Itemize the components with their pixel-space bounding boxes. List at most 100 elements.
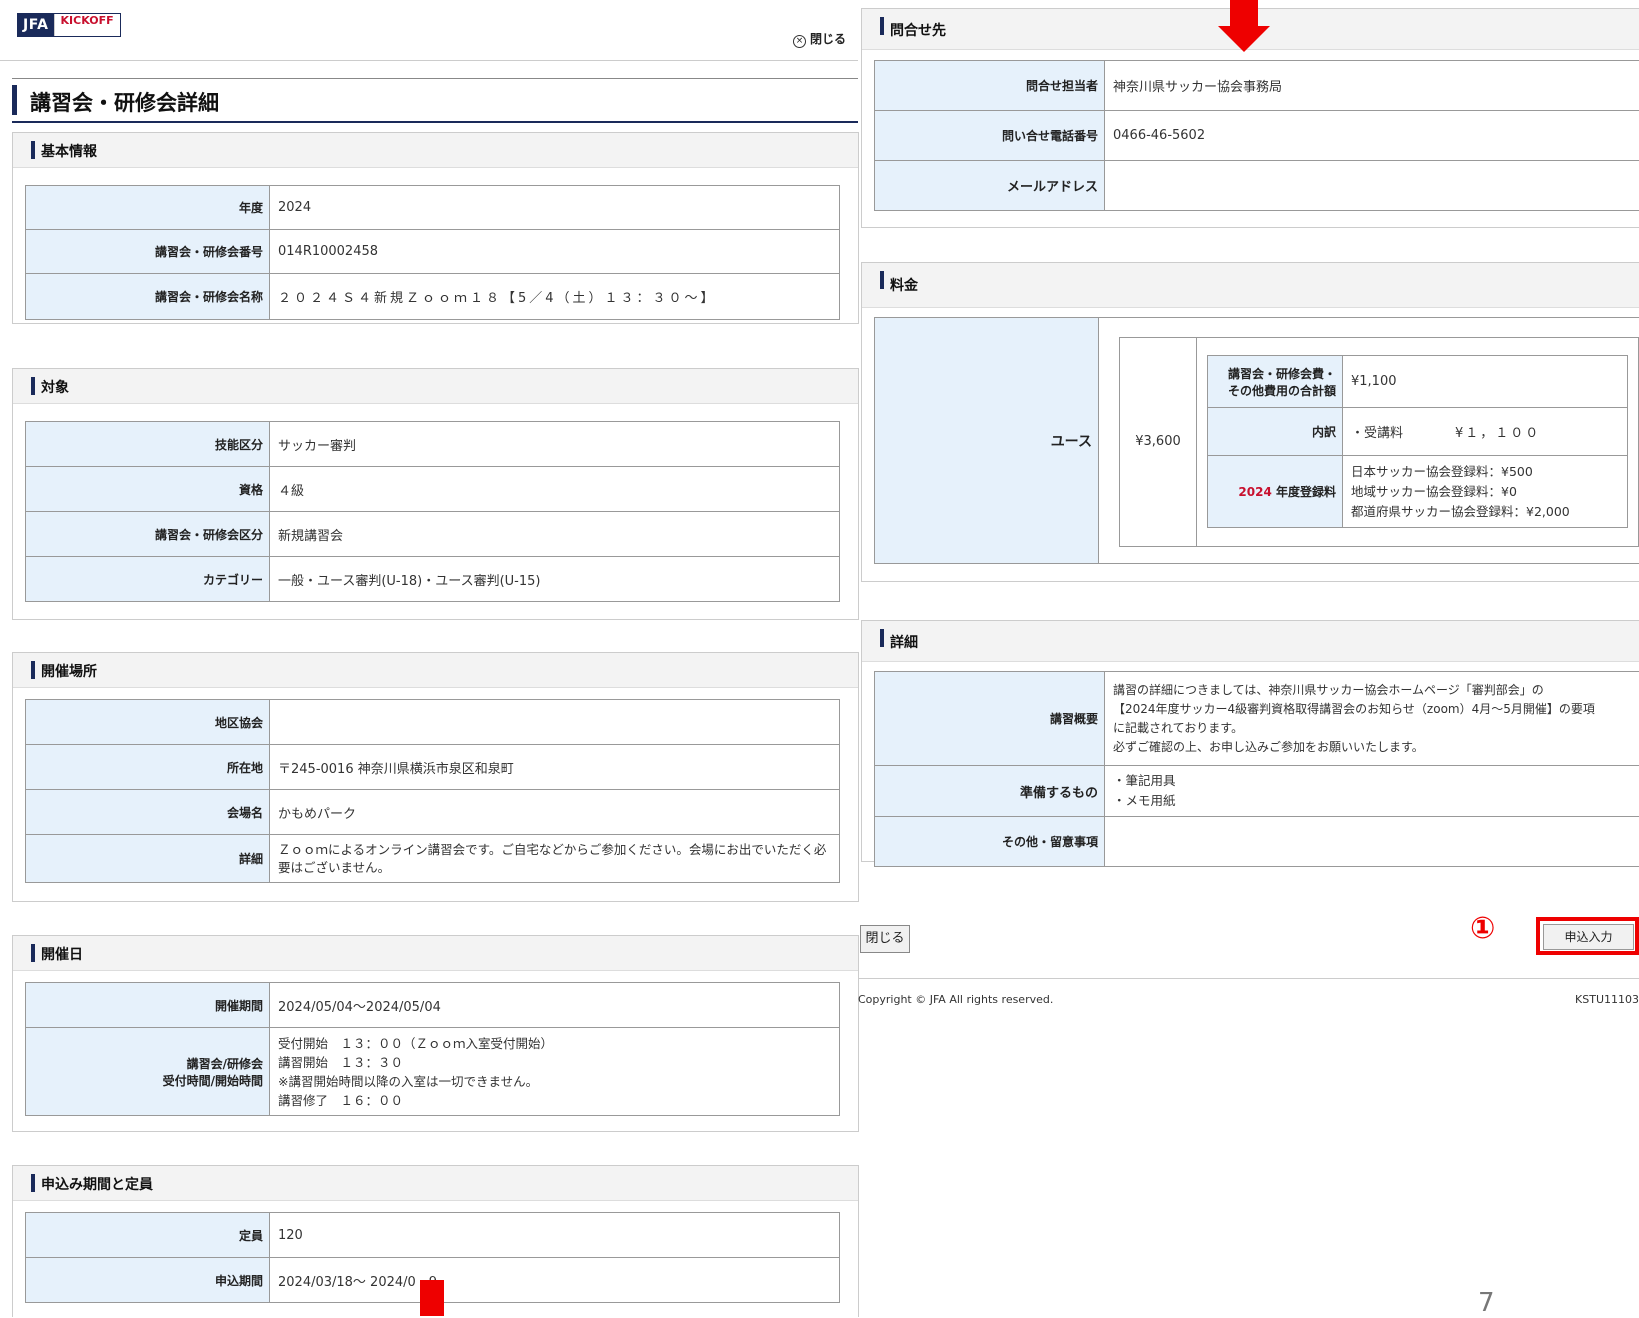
section-header: 開催場所	[13, 653, 858, 688]
logo-kickoff-text: KICKOFF	[54, 14, 120, 36]
section-dates: 開催日 開催期間2024/05/04〜2024/05/04 講習会/研修会受付時…	[12, 935, 859, 1132]
row-value	[1105, 161, 1639, 211]
table-row: 所在地〒245-0016 神奈川県横浜市泉区和泉町	[26, 745, 840, 790]
section-title: 開催場所	[41, 661, 97, 681]
row-value: かもめパーク	[270, 790, 840, 835]
table-row: 講習会/研修会受付時間/開始時間 受付開始 １３：００（Ｚｏｏｍ入室受付開始） …	[26, 1028, 840, 1116]
table-row: 講習概要 講習の詳細につきましては、神奈川県サッカー協会ホームページ「審判部会」…	[875, 672, 1639, 766]
close-button[interactable]: 閉じる	[860, 925, 910, 953]
jfa-kickoff-logo: JFA KICKOFF	[17, 13, 121, 37]
row-label: 問い合せ電話番号	[875, 111, 1105, 161]
step-marker: ①	[1470, 911, 1495, 946]
row-value: 2024/05/04〜2024/05/04	[270, 983, 840, 1028]
row-label: 詳細	[26, 835, 270, 883]
table-row: カテゴリー一般・ユース審判(U-18)・ユース審判(U-15)	[26, 557, 840, 602]
sum-value: ¥1,100	[1343, 356, 1628, 408]
row-value: 一般・ユース審判(U-18)・ユース審判(U-15)	[270, 557, 840, 602]
section-header: 開催日	[13, 936, 858, 971]
registration-label-text: 年度登録料	[1276, 485, 1336, 499]
section-header: 料金	[862, 263, 1639, 308]
time-schedule: 受付開始 １３：００（Ｚｏｏｍ入室受付開始） 講習開始 １３：３０ ※講習開始時…	[270, 1028, 840, 1116]
footer-divider	[858, 978, 1639, 979]
row-label: 地区協会	[26, 700, 270, 745]
table-row: 講習会・研修会費・その他費用の合計額 ¥1,100	[1208, 356, 1628, 408]
row-label: 問合せ担当者	[875, 61, 1105, 111]
breakdown-label: 内訳	[1208, 408, 1343, 456]
row-label: 会場名	[26, 790, 270, 835]
time-label-line-2: 受付時間/開始時間	[32, 1072, 263, 1089]
time-line: 受付開始 １３：００（Ｚｏｏｍ入室受付開始）	[278, 1034, 831, 1053]
table-row: ¥3,600 講習会・研修会費・その他費用の合計額 ¥1,100	[1120, 337, 1639, 546]
fee-category: ユース	[875, 318, 1099, 564]
row-label: 講習会・研修会区分	[26, 512, 270, 557]
section-fee: 料金 ユース ¥3,600 講習会・研修会費・その他費用の合計額	[861, 262, 1639, 582]
table-row: 地区協会	[26, 700, 840, 745]
row-label: メールアドレス	[875, 161, 1105, 211]
registration-line: 都道府県サッカー協会登録料：¥2,000	[1351, 502, 1619, 522]
section-target: 対象 技能区分サッカー審判 資格４級 講習会・研修会区分新規講習会 カテゴリー一…	[12, 368, 859, 620]
section-basic-info: 基本情報 年度2024 講習会・研修会番号014R10002458 講習会・研修…	[12, 132, 859, 324]
fee-outer-table: ¥3,600 講習会・研修会費・その他費用の合計額 ¥1,100	[1119, 337, 1639, 547]
contact-table: 問合せ担当者神奈川県サッカー協会事務局 問い合せ電話番号0466-46-5602…	[874, 60, 1639, 211]
table-row: 資格４級	[26, 467, 840, 512]
table-row: 定員120	[26, 1213, 840, 1258]
table-row: 詳細Ｚｏｏｍによるオンライン講習会です。ご自宅などからご参加ください。会場にお出…	[26, 835, 840, 883]
table-row: メールアドレス	[875, 161, 1639, 211]
sum-label-line-1: 講習会・研修会費・	[1214, 365, 1336, 382]
row-value	[270, 700, 840, 745]
table-row: 開催期間2024/05/04〜2024/05/04	[26, 983, 840, 1028]
copyright-text: Copyright © JFA All rights reserved.	[858, 993, 1053, 1006]
registration-line: 日本サッカー協会登録料：¥500	[1351, 462, 1619, 482]
table-row: 年度2024	[26, 186, 840, 230]
highlight-marker-bar	[420, 1280, 444, 1316]
registration-line: 地域サッカー協会登録料：¥0	[1351, 482, 1619, 502]
row-label: 所在地	[26, 745, 270, 790]
row-label: 年度	[26, 186, 270, 230]
down-arrow-marker-icon	[1230, 0, 1258, 30]
row-value: 新規講習会	[270, 512, 840, 557]
left-column: JFA KICKOFF ×閉じる 講習会・研修会詳細 基本情報 年度2024 講…	[0, 0, 858, 1316]
row-value: 〒245-0016 神奈川県横浜市泉区和泉町	[270, 745, 840, 790]
summary-line: 【2024年度サッカー4級審判資格取得講習会のお知らせ（zoom）4月〜5月開催…	[1113, 700, 1631, 719]
prep-item: ・メモ用紙	[1113, 791, 1631, 811]
row-value: 014R10002458	[270, 230, 840, 274]
page-title: 講習会・研修会詳細	[12, 78, 858, 123]
fee-cell: ¥3,600 講習会・研修会費・その他費用の合計額 ¥1,100	[1099, 318, 1639, 564]
summary-line: に記載されております。	[1113, 719, 1631, 738]
row-label: 講習概要	[875, 672, 1105, 766]
close-link[interactable]: ×閉じる	[793, 30, 846, 48]
row-label: 開催期間	[26, 983, 270, 1028]
close-link-label: 閉じる	[810, 32, 846, 46]
page-title-text: 講習会・研修会詳細	[30, 87, 219, 117]
fee-table: ユース ¥3,600 講習会・研修会費・その他費用の合計額 ¥1,100	[874, 317, 1639, 564]
row-value: 120	[270, 1213, 840, 1258]
row-value	[1105, 817, 1639, 867]
venue-table: 地区協会 所在地〒245-0016 神奈川県横浜市泉区和泉町 会場名かもめパーク…	[25, 699, 840, 883]
breakdown-amount: ¥１，１００	[1455, 426, 1540, 441]
section-title: 申込み期間と定員	[41, 1174, 153, 1194]
row-value: ２０２４Ｓ４新規Ｚｏｏｍ１８【5／4（土）１３：３０〜】	[270, 274, 840, 320]
section-title: 対象	[41, 377, 69, 397]
row-value: 0466-46-5602	[1105, 111, 1639, 161]
apply-button-highlight: 申込入力	[1536, 917, 1639, 955]
time-line: ※講習開始時間以降の入室は一切できません。	[278, 1072, 831, 1091]
breakdown-value: ・受講料¥１，１００	[1343, 408, 1628, 456]
summary-line: 必ずご確認の上、お申し込みご参加をお願いいたします。	[1113, 738, 1631, 757]
top-bar: JFA KICKOFF ×閉じる	[0, 0, 858, 61]
apply-input-button[interactable]: 申込入力	[1543, 924, 1634, 950]
section-header: 詳細	[862, 621, 1639, 662]
section-title: 基本情報	[41, 141, 97, 161]
page-number: 7	[1478, 1288, 1495, 1318]
table-row: 2024 年度登録料 日本サッカー協会登録料：¥500 地域サッカー協会登録料：…	[1208, 456, 1628, 528]
table-row: 内訳 ・受講料¥１，１００	[1208, 408, 1628, 456]
section-title: 開催日	[41, 944, 83, 964]
summary-text: 講習の詳細につきましては、神奈川県サッカー協会ホームページ「審判部会」の 【20…	[1105, 672, 1639, 766]
row-label: 定員	[26, 1213, 270, 1258]
table-row: 問合せ担当者神奈川県サッカー協会事務局	[875, 61, 1639, 111]
row-value: 2024/03/18〜 2024/0 9	[270, 1258, 840, 1303]
row-label: 講習会・研修会番号	[26, 230, 270, 274]
right-column: 問合せ先 問合せ担当者神奈川県サッカー協会事務局 問い合せ電話番号0466-46…	[858, 0, 1639, 1316]
section-venue: 開催場所 地区協会 所在地〒245-0016 神奈川県横浜市泉区和泉町 会場名か…	[12, 652, 859, 902]
row-label: 資格	[26, 467, 270, 512]
summary-line: 講習の詳細につきましては、神奈川県サッカー協会ホームページ「審判部会」の	[1113, 681, 1631, 700]
